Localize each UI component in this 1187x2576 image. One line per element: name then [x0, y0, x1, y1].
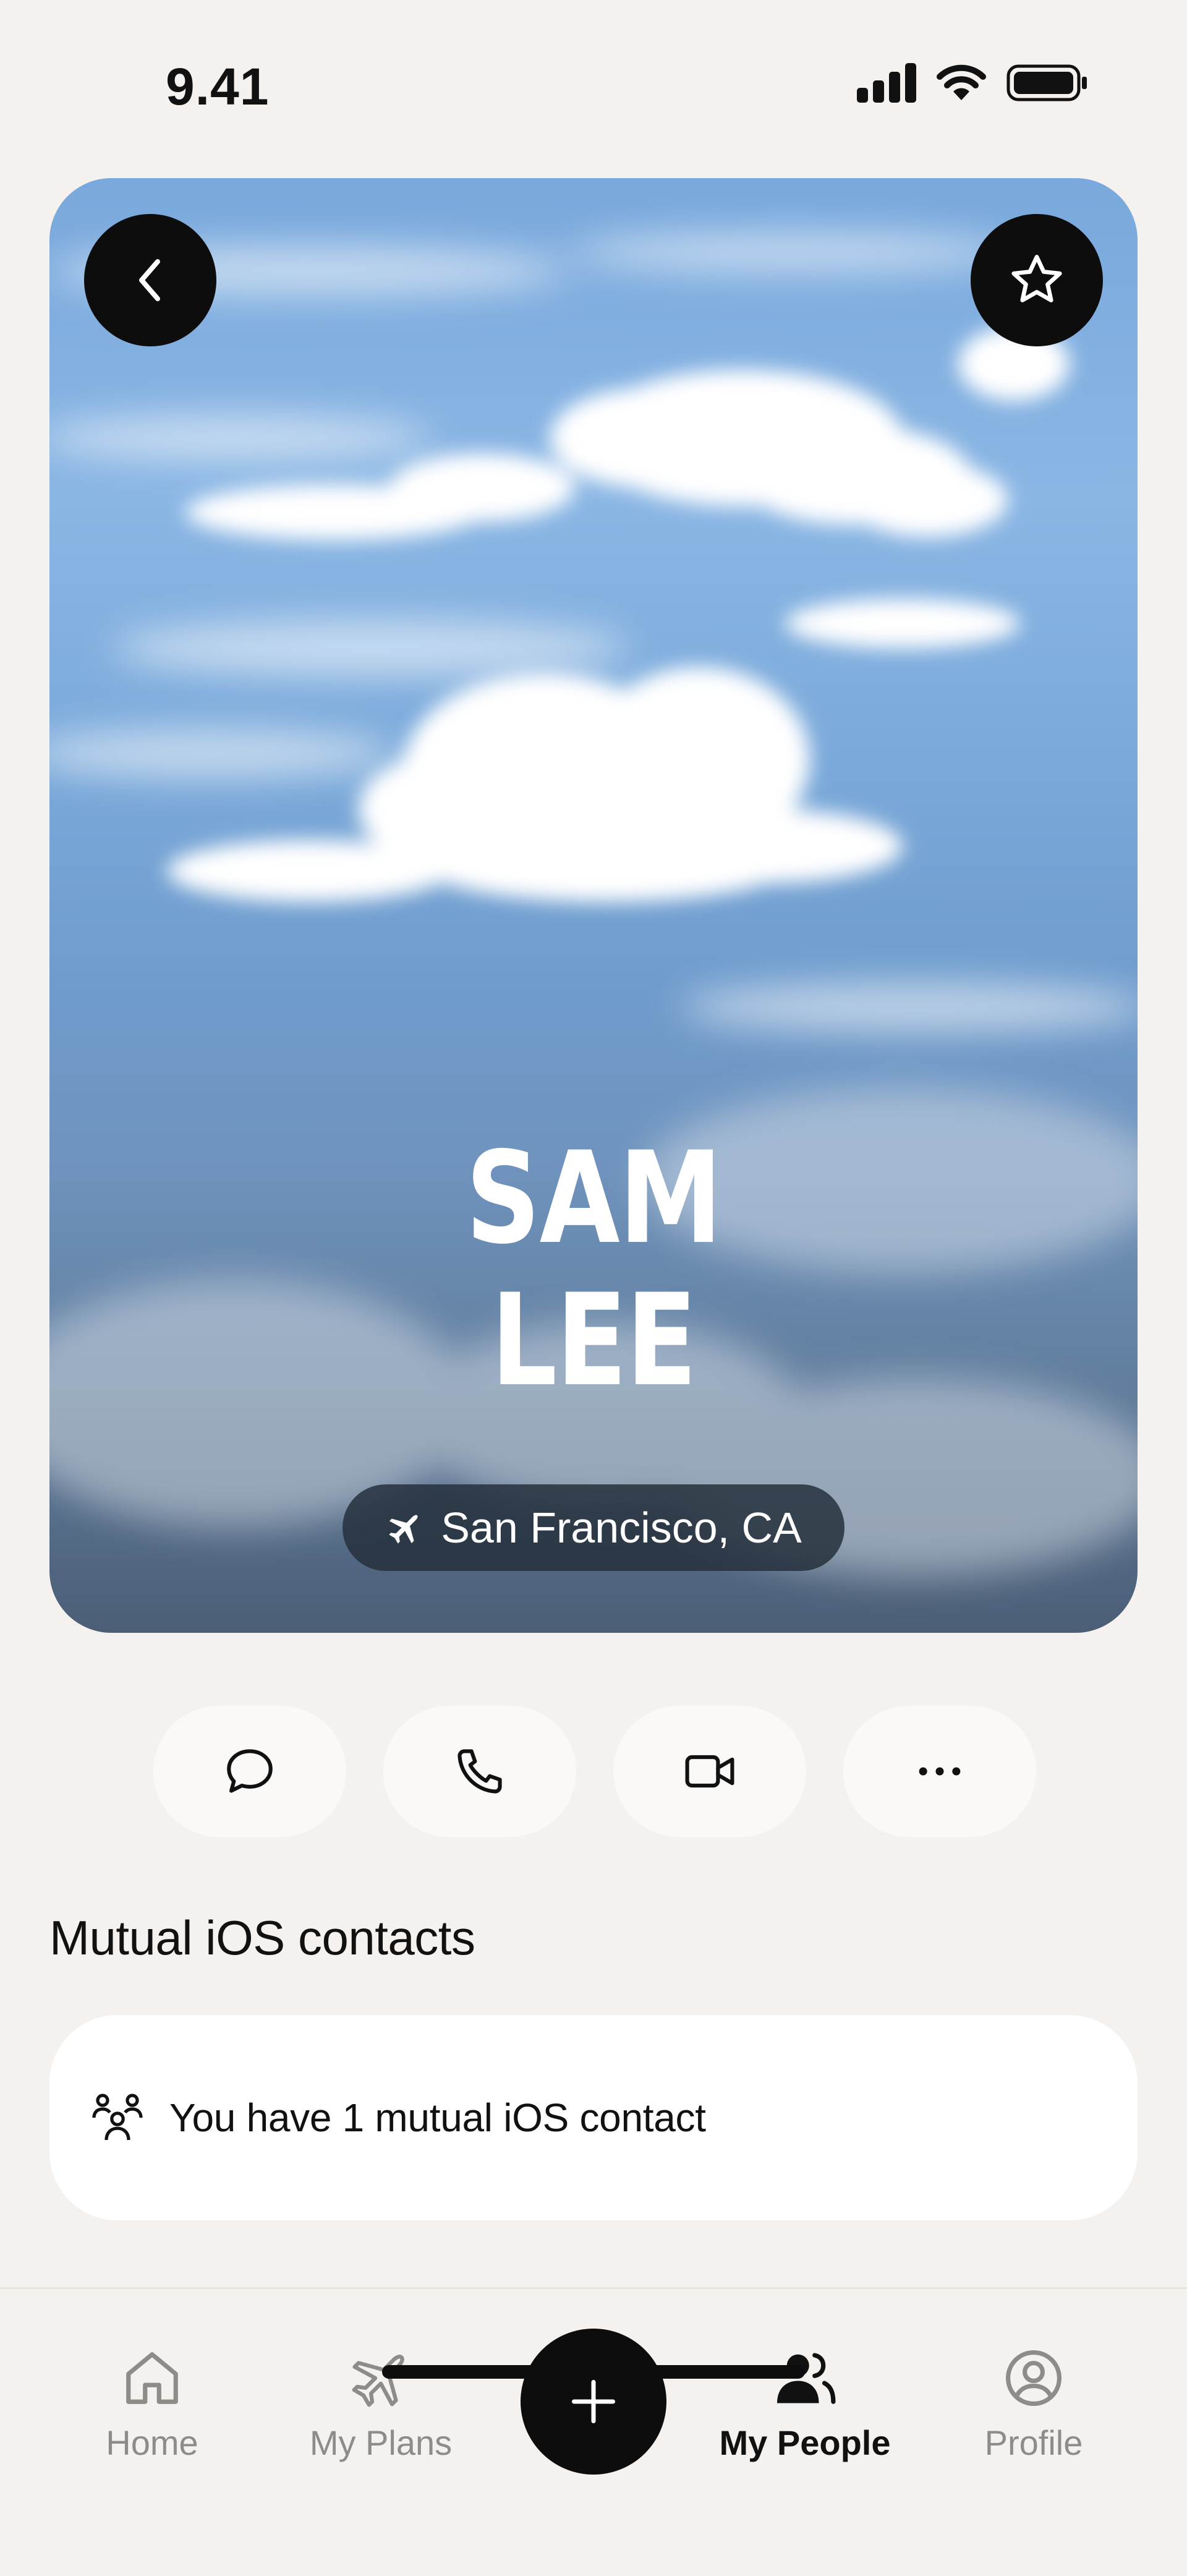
profile-icon: [1006, 2350, 1061, 2406]
status-time: 9.41: [166, 58, 270, 116]
last-name: LEE: [491, 1267, 697, 1414]
mutual-contacts-title: Mutual iOS contacts: [49, 1911, 475, 1965]
battery-icon: [1006, 64, 1087, 101]
video-icon: [685, 1755, 734, 1788]
add-button[interactable]: [521, 2329, 666, 2475]
tab-home-label: Home: [106, 2423, 198, 2462]
plane-icon: [389, 1515, 418, 1544]
status-bar: 9.41: [0, 0, 1187, 173]
back-button[interactable]: [84, 214, 216, 346]
message-button[interactable]: [153, 1706, 346, 1837]
star-icon: [1011, 255, 1062, 302]
home-indicator: [382, 2365, 805, 2379]
contact-name: SAM LEE: [147, 1128, 1039, 1412]
more-button[interactable]: [843, 1706, 1036, 1837]
chevron-left-icon: [139, 259, 160, 301]
wifi-icon: [937, 64, 986, 100]
tab-profile-label: Profile: [984, 2423, 1083, 2462]
mutual-contacts-card[interactable]: You have 1 mutual iOS contact: [49, 2015, 1138, 2220]
contact-actions: [153, 1706, 1036, 1837]
cellular-signal-icon: [857, 63, 916, 103]
profile-hero-card: SAM LEE San Francisco, CA: [49, 178, 1138, 1633]
phone-icon: [457, 1749, 502, 1794]
tab-my-people-label: My People: [719, 2423, 891, 2462]
more-icon: [919, 1767, 961, 1776]
message-icon: [227, 1749, 273, 1793]
group-icon: [88, 2088, 147, 2147]
tab-home[interactable]: Home: [59, 2345, 245, 2463]
mutual-contacts-text: You have 1 mutual iOS contact: [169, 2095, 706, 2140]
video-call-button[interactable]: [613, 1706, 806, 1837]
favorite-button[interactable]: [971, 214, 1103, 346]
tab-bar: Home My Plans My People Profile: [0, 2287, 1187, 2576]
sky-background-image: [49, 233, 1138, 1576]
first-name: SAM: [466, 1125, 722, 1272]
status-icons: [857, 63, 1088, 103]
call-button[interactable]: [383, 1706, 576, 1837]
tab-my-people[interactable]: My People: [712, 2345, 898, 2463]
location-text: San Francisco, CA: [441, 1504, 802, 1552]
tab-my-plans[interactable]: My Plans: [288, 2345, 474, 2463]
tab-my-plans-label: My Plans: [309, 2423, 453, 2462]
home-icon: [126, 2352, 178, 2404]
plus-icon: [572, 2380, 615, 2423]
tab-profile[interactable]: Profile: [941, 2345, 1126, 2463]
location-badge: San Francisco, CA: [342, 1484, 845, 1571]
